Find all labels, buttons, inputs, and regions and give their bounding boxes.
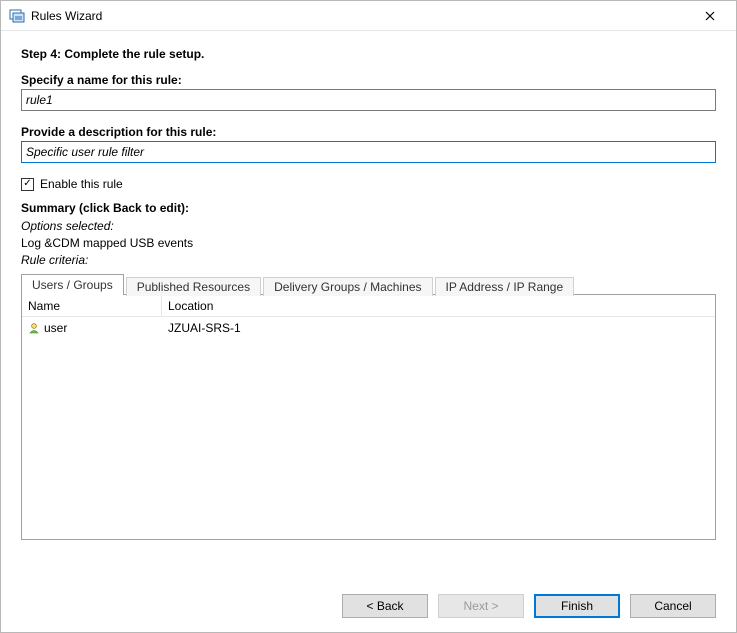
tab-published-resources[interactable]: Published Resources <box>126 277 261 296</box>
rule-name-label: Specify a name for this rule: <box>21 73 716 87</box>
rule-desc-input[interactable] <box>21 141 716 163</box>
cancel-button[interactable]: Cancel <box>630 594 716 618</box>
tab-delivery-groups[interactable]: Delivery Groups / Machines <box>263 277 432 296</box>
close-button[interactable] <box>690 2 730 30</box>
back-button[interactable]: < Back <box>342 594 428 618</box>
window-title: Rules Wizard <box>31 9 690 23</box>
user-icon <box>28 322 40 334</box>
enable-rule-label: Enable this rule <box>40 177 123 191</box>
checkmark-icon: ✓ <box>23 179 31 189</box>
summary-options-line: Log &CDM mapped USB events <box>21 236 716 250</box>
list-header: Name Location <box>22 295 715 317</box>
step-title: Step 4: Complete the rule setup. <box>21 47 716 61</box>
tab-users-groups[interactable]: Users / Groups <box>21 274 124 295</box>
wizard-button-bar: < Back Next > Finish Cancel <box>342 594 716 618</box>
criteria-list-panel: Name Location user JZUAI-SRS-1 <box>21 294 716 540</box>
wizard-content: Step 4: Complete the rule setup. Specify… <box>1 31 736 540</box>
summary-criteria-label: Rule criteria: <box>21 253 716 267</box>
criteria-tabs: Users / Groups Published Resources Deliv… <box>21 273 716 294</box>
row-name: user <box>44 321 67 335</box>
enable-rule-checkbox[interactable]: ✓ <box>21 178 34 191</box>
table-row[interactable]: user JZUAI-SRS-1 <box>22 317 715 339</box>
app-icon <box>9 8 25 24</box>
column-header-location[interactable]: Location <box>162 296 715 317</box>
summary-title: Summary (click Back to edit): <box>21 201 716 215</box>
titlebar: Rules Wizard <box>1 1 736 31</box>
tab-ip-range[interactable]: IP Address / IP Range <box>435 277 575 296</box>
close-icon <box>705 11 715 21</box>
column-header-name[interactable]: Name <box>22 296 162 317</box>
next-button: Next > <box>438 594 524 618</box>
rule-name-input[interactable] <box>21 89 716 111</box>
row-location: JZUAI-SRS-1 <box>168 321 241 335</box>
rule-desc-label: Provide a description for this rule: <box>21 125 716 139</box>
finish-button[interactable]: Finish <box>534 594 620 618</box>
summary-options-label: Options selected: <box>21 219 716 233</box>
